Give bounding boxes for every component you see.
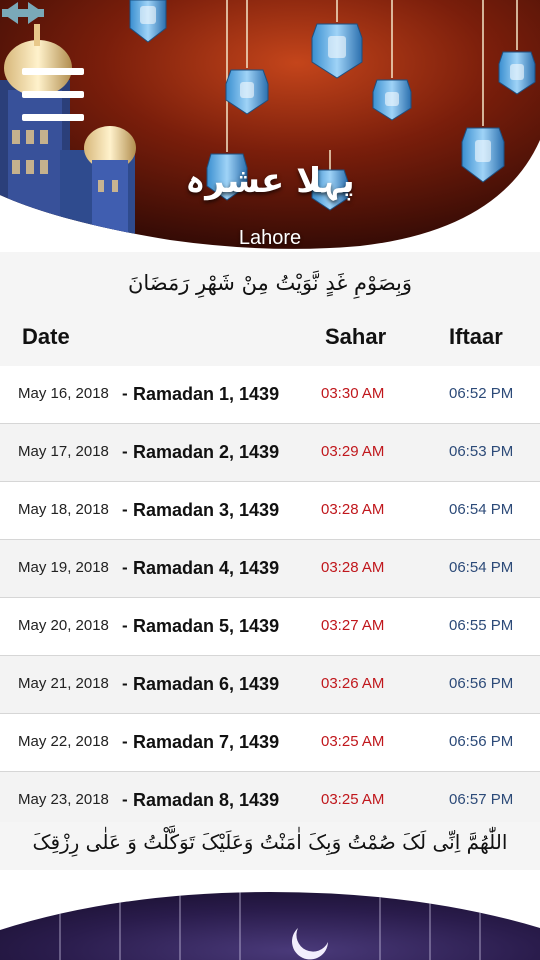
table-row: May 22, 2018 - Ramadan 7, 1439 03:25 AM … <box>0 714 540 772</box>
table-row: May 23, 2018 - Ramadan 8, 1439 03:25 AM … <box>0 772 540 822</box>
iftar-dua-text: اللّٰهُمَّ اِنِّی لَکَ صُمْتُ وَبِکَ اٰم… <box>0 822 540 894</box>
row-iftaar-time: 06:57 PM <box>449 791 514 808</box>
row-ramadan-date: Ramadan 7, 1439 <box>133 732 280 752</box>
row-sahar-time: 03:27 AM <box>321 617 385 634</box>
column-header-sahar: Sahar <box>325 324 387 349</box>
row-sahar-time: 03:25 AM <box>321 791 385 808</box>
row-iftaar-time: 06:52 PM <box>449 385 514 402</box>
timetable-list[interactable]: May 16, 2018 - Ramadan 1, 1439 03:30 AM … <box>0 366 540 822</box>
row-separator: - <box>122 384 128 403</box>
row-date: May 18, 2018 <box>18 501 109 518</box>
row-sahar-time: 03:28 AM <box>321 501 385 518</box>
row-date: May 16, 2018 <box>18 385 109 402</box>
column-header-date: Date <box>22 324 70 349</box>
row-sahar-time: 03:25 AM <box>321 733 385 750</box>
row-date: May 20, 2018 <box>18 617 109 634</box>
app-screen: پہلا عشرہ Lahore وَبِصَوْمِ غَدٍ نَّوَيْ… <box>0 0 540 960</box>
night-sky-footer-image <box>0 892 540 960</box>
row-iftaar-time: 06:53 PM <box>449 443 514 460</box>
table-row: May 21, 2018 - Ramadan 6, 1439 03:26 AM … <box>0 656 540 714</box>
ramadan-banner-image <box>0 0 540 252</box>
row-sahar-time: 03:26 AM <box>321 675 385 692</box>
row-ramadan-date: Ramadan 4, 1439 <box>133 558 280 578</box>
row-date: May 19, 2018 <box>18 559 109 576</box>
row-separator: - <box>122 558 128 577</box>
row-iftaar-time: 06:54 PM <box>449 559 514 576</box>
row-separator: - <box>122 674 128 693</box>
table-header: Date Sahar Iftaar <box>0 314 540 366</box>
row-ramadan-date: Ramadan 8, 1439 <box>133 790 280 810</box>
row-iftaar-time: 06:56 PM <box>449 733 514 750</box>
row-ramadan-date: Ramadan 1, 1439 <box>133 384 280 404</box>
row-separator: - <box>122 790 128 809</box>
row-date: May 17, 2018 <box>18 443 109 460</box>
row-date: May 21, 2018 <box>18 675 109 692</box>
row-ramadan-date: Ramadan 5, 1439 <box>133 616 280 636</box>
row-sahar-time: 03:28 AM <box>321 559 385 576</box>
row-iftaar-time: 06:55 PM <box>449 617 514 634</box>
column-header-iftaar: Iftaar <box>449 324 503 349</box>
row-sahar-time: 03:29 AM <box>321 443 385 460</box>
table-row: May 17, 2018 - Ramadan 2, 1439 03:29 AM … <box>0 424 540 482</box>
table-row: May 19, 2018 - Ramadan 4, 1439 03:28 AM … <box>0 540 540 598</box>
row-sahar-time: 03:30 AM <box>321 385 385 402</box>
ashra-title: پہلا عشرہ <box>185 161 355 201</box>
sehri-dua-text: وَبِصَوْمِ غَدٍ نَّوَيْتُ مِنْ شَهْرِ رَ… <box>0 252 540 314</box>
footer-banner <box>0 870 540 960</box>
row-iftaar-time: 06:54 PM <box>449 501 514 518</box>
menu-button[interactable] <box>22 68 86 124</box>
row-separator: - <box>122 732 128 751</box>
row-separator: - <box>122 442 128 461</box>
row-date: May 22, 2018 <box>18 733 109 750</box>
row-ramadan-date: Ramadan 3, 1439 <box>133 500 280 520</box>
row-separator: - <box>122 616 128 635</box>
header-banner: پہلا عشرہ Lahore <box>0 0 540 252</box>
row-iftaar-time: 06:56 PM <box>449 675 514 692</box>
city-name: Lahore <box>238 227 302 249</box>
row-separator: - <box>122 500 128 519</box>
row-date: May 23, 2018 <box>18 791 109 808</box>
table-row: May 16, 2018 - Ramadan 1, 1439 03:30 AM … <box>0 366 540 424</box>
row-ramadan-date: Ramadan 2, 1439 <box>133 442 280 462</box>
table-row: May 18, 2018 - Ramadan 3, 1439 03:28 AM … <box>0 482 540 540</box>
row-ramadan-date: Ramadan 6, 1439 <box>133 674 280 694</box>
arrow-right-icon[interactable] <box>0 0 46 26</box>
table-row: May 20, 2018 - Ramadan 5, 1439 03:27 AM … <box>0 598 540 656</box>
hamburger-menu-icon <box>22 68 84 75</box>
